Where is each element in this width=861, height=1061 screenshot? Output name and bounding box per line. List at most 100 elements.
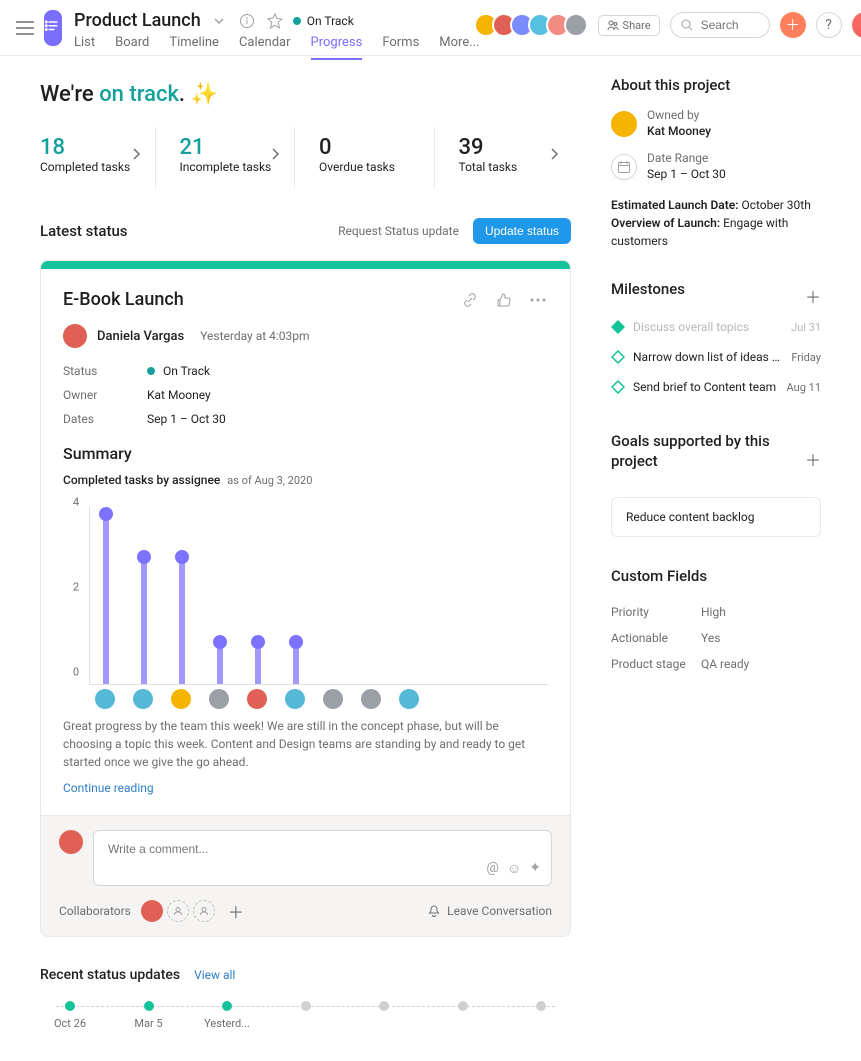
chart-bar xyxy=(134,550,154,684)
status-timeline: Oct 26 Mar 5 Yesterd... xyxy=(40,1001,571,1041)
add-collaborator-button[interactable]: ＋ xyxy=(225,900,247,922)
member-avatar[interactable] xyxy=(564,13,588,37)
date-range-value: Sep 1 – Oct 30 xyxy=(647,167,726,183)
view-all-link[interactable]: View all xyxy=(194,968,235,982)
timeline-point[interactable]: Oct 26 xyxy=(40,1001,100,1030)
tab-calendar[interactable]: Calendar xyxy=(239,35,291,60)
tab-timeline[interactable]: Timeline xyxy=(169,35,219,60)
more-icon[interactable] xyxy=(528,290,548,310)
summary-heading: Summary xyxy=(63,444,548,463)
milestone-date: Aug 11 xyxy=(787,381,821,394)
stat-label: Completed tasks xyxy=(40,160,139,174)
calendar-icon xyxy=(611,154,637,180)
custom-field-value: QA ready xyxy=(701,657,749,671)
timeline-dot-icon xyxy=(65,1001,75,1011)
milestone-diamond-icon xyxy=(611,380,625,394)
project-description: Estimated Launch Date: October 30thOverv… xyxy=(611,196,821,250)
status-card-title: E-Book Launch xyxy=(63,289,460,310)
hamburger-menu-button[interactable] xyxy=(16,14,34,42)
add-milestone-button[interactable]: ＋ xyxy=(805,284,821,308)
current-user-avatar[interactable] xyxy=(852,12,861,38)
assignee-avatar xyxy=(133,689,153,709)
assignee-avatar xyxy=(209,689,229,709)
completed-tasks-chart: 024 xyxy=(63,507,548,707)
project-status-pill[interactable]: On Track xyxy=(293,14,354,28)
assignee-avatar xyxy=(95,689,115,709)
search-input[interactable] xyxy=(699,17,759,33)
milestone-text: Narrow down list of ideas t... xyxy=(633,350,783,364)
info-icon[interactable] xyxy=(237,11,257,31)
assignee-avatar xyxy=(323,689,343,709)
goal-item[interactable]: Reduce content backlog xyxy=(611,497,821,537)
milestone-text: Send brief to Content team xyxy=(633,380,779,394)
timeline-point xyxy=(276,1001,336,1030)
goals-heading: Goals supported by this project xyxy=(611,432,805,471)
continue-reading-link[interactable]: Continue reading xyxy=(63,781,548,795)
meta-owner-key: Owner xyxy=(63,388,147,402)
milestone-item[interactable]: Narrow down list of ideas t... Friday xyxy=(611,342,821,372)
stat-label: Incomplete tasks xyxy=(180,160,279,174)
chart-bar xyxy=(210,635,230,684)
comment-input[interactable] xyxy=(106,841,452,857)
request-status-link[interactable]: Request Status update xyxy=(338,224,459,238)
timeline-point[interactable]: Yesterd... xyxy=(197,1001,257,1030)
summary-paragraph: Great progress by the team this week! We… xyxy=(63,717,548,771)
meta-status-value: On Track xyxy=(147,364,548,378)
bell-icon xyxy=(427,904,441,918)
stat-card[interactable]: 39 Total tasks xyxy=(434,127,572,188)
mention-icon[interactable]: @ xyxy=(486,860,499,877)
member-avatars[interactable] xyxy=(480,13,588,37)
tab-list[interactable]: List xyxy=(74,35,95,60)
timeline-point xyxy=(433,1001,493,1030)
milestone-date: Friday xyxy=(791,351,821,364)
update-status-button[interactable]: Update status xyxy=(473,218,571,244)
emoji-icon[interactable]: ☺ xyxy=(507,860,521,877)
timeline-dot-icon xyxy=(379,1001,389,1011)
status-headline: We're on track. ✨ xyxy=(40,82,571,107)
add-button[interactable]: ＋ xyxy=(780,12,806,38)
custom-field-row: Actionable Yes xyxy=(611,625,821,651)
milestone-text: Discuss overall topics xyxy=(633,320,783,334)
collaborator-placeholder[interactable] xyxy=(167,900,189,922)
tab-board[interactable]: Board xyxy=(115,35,149,60)
owner-value: Kat Mooney xyxy=(647,124,711,140)
custom-fields-heading: Custom Fields xyxy=(611,567,821,585)
leave-conversation-button[interactable]: Leave Conversation xyxy=(427,904,552,918)
custom-field-key: Priority xyxy=(611,605,701,619)
timeline-point[interactable]: Mar 5 xyxy=(119,1001,179,1030)
star-icon[interactable] xyxy=(265,11,285,31)
status-color-bar xyxy=(41,261,570,269)
search-box[interactable] xyxy=(670,12,770,38)
stat-card[interactable]: 18 Completed tasks xyxy=(40,127,153,188)
chevron-down-icon[interactable] xyxy=(209,11,229,31)
sparkle-icon: ✨ xyxy=(191,82,218,107)
stat-value: 21 xyxy=(180,135,279,160)
stat-card[interactable]: 21 Incomplete tasks xyxy=(155,127,293,188)
comment-input-box[interactable]: @ ☺ ✦ xyxy=(93,830,552,886)
owner-label: Owned by xyxy=(647,108,711,124)
collaborator-placeholder[interactable] xyxy=(193,900,215,922)
custom-field-value: High xyxy=(701,605,726,619)
custom-field-value: Yes xyxy=(701,631,720,645)
status-card: E-Book Launch Daniela Vargas Yesterday a… xyxy=(40,260,571,937)
timeline-dot-icon xyxy=(458,1001,468,1011)
people-icon xyxy=(607,19,619,31)
link-icon[interactable] xyxy=(460,290,480,310)
stat-label: Overdue tasks xyxy=(319,160,418,174)
stat-value: 0 xyxy=(319,135,418,160)
collaborator-avatar[interactable] xyxy=(141,900,163,922)
status-dot-icon xyxy=(293,17,301,25)
star-icon[interactable]: ✦ xyxy=(529,860,541,877)
help-button[interactable]: ? xyxy=(816,12,842,38)
add-goal-button[interactable]: ＋ xyxy=(805,447,821,471)
status-dot-icon xyxy=(147,367,155,375)
assignee-avatar xyxy=(285,689,305,709)
stat-card: 0 Overdue tasks xyxy=(294,127,432,188)
milestone-item[interactable]: Send brief to Content team Aug 11 xyxy=(611,372,821,402)
tab-more[interactable]: More... xyxy=(439,35,479,60)
share-button[interactable]: Share xyxy=(598,15,660,36)
like-icon[interactable] xyxy=(494,290,514,310)
tab-progress[interactable]: Progress xyxy=(311,35,363,60)
milestone-item[interactable]: Discuss overall topics Jul 31 xyxy=(611,312,821,342)
tab-forms[interactable]: Forms xyxy=(382,35,419,60)
